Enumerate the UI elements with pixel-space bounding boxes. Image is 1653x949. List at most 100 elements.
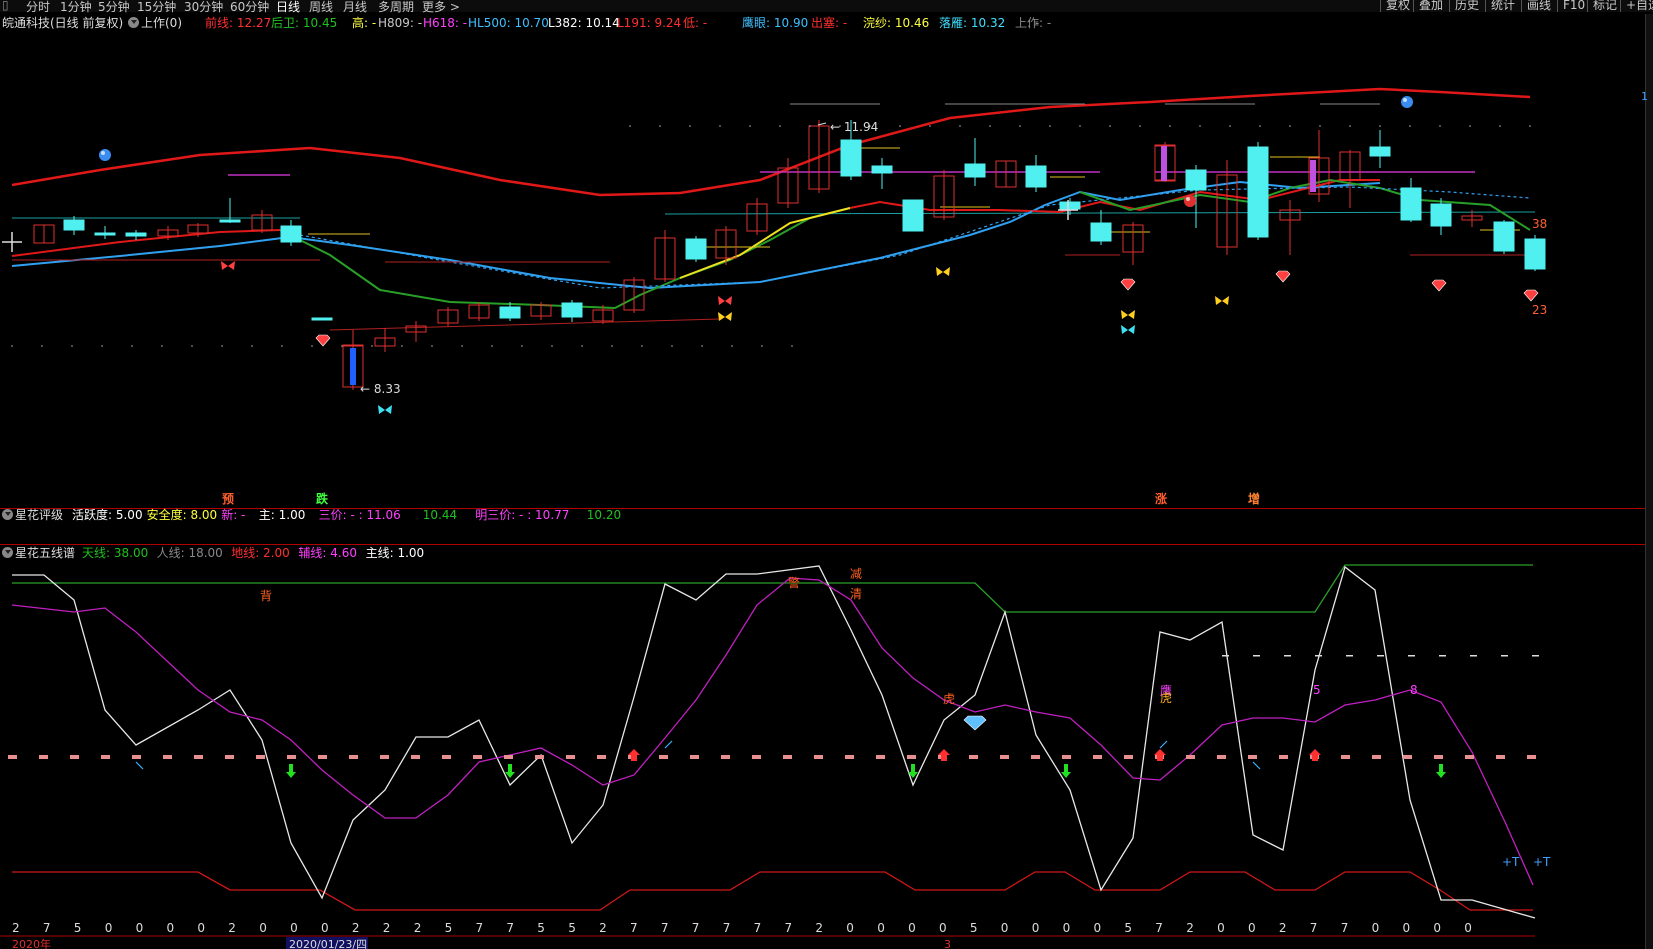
dot-marker — [761, 345, 763, 347]
midline-dash — [1527, 755, 1536, 759]
guide-line — [329, 318, 721, 331]
axis-digit: 7 — [506, 921, 514, 935]
axis-digit: 2 — [228, 921, 236, 935]
dot-marker — [731, 345, 733, 347]
candle-body — [125, 232, 147, 237]
staff-chart[interactable]: 背警减清虎鹰虎5 8+T +T2 7 5 0 0 0 0 2 0 0 0 2 2 2 5 7 7 5 5 2 7 7 7 7 7 7 2… — [0, 545, 1653, 949]
axis-digit: 2 — [12, 921, 20, 935]
axis-digit: 0 — [167, 921, 175, 935]
axis-digit: 7 — [1310, 921, 1318, 935]
dot-marker — [809, 125, 811, 127]
tab-multi-period[interactable]: 多周期 — [378, 0, 414, 15]
menu-icon[interactable]: ▯ — [2, 0, 9, 12]
annotation-label: 5 — [1313, 683, 1321, 697]
date-year-label: 2020年 — [12, 937, 51, 949]
auxiliary-line — [11, 577, 1534, 886]
candle-body — [1430, 203, 1452, 227]
annotation-label: +T — [1502, 855, 1520, 869]
draw-line-button[interactable]: 画线 — [1521, 0, 1556, 12]
tab-15min[interactable]: 15分钟 — [137, 0, 176, 15]
rating-panel-title[interactable]: 星花评级 — [2, 507, 63, 523]
tab-more[interactable]: 更多 > — [422, 0, 460, 15]
high-price-label: ← 11.94 — [830, 120, 878, 134]
vertical-scrollbar[interactable] — [1645, 14, 1653, 949]
dot-marker — [1199, 125, 1201, 127]
main-value-7: L191: 9.24 — [617, 16, 682, 30]
midline-dash — [1279, 755, 1288, 759]
tab-1min[interactable]: 1分钟 — [60, 0, 92, 15]
dot-marker — [671, 345, 673, 347]
midline-dash — [194, 755, 203, 759]
dot-marker — [719, 125, 721, 127]
annotation-label: 清 — [850, 587, 862, 601]
signal-label: 涨 — [1155, 491, 1167, 506]
tab-monthly[interactable]: 月线 — [343, 0, 367, 15]
add-watchlist-button[interactable]: +自选 — [1620, 0, 1653, 12]
midline-dash — [380, 755, 389, 759]
candle-body — [1369, 146, 1391, 157]
f10-button[interactable]: F10 — [1557, 0, 1590, 12]
axis-digit: 0 — [1032, 921, 1040, 935]
midline-dash — [752, 755, 761, 759]
tab-fenshi[interactable]: 分时 — [26, 0, 50, 15]
up-arrow-icon — [628, 749, 640, 761]
small-arrow-icon — [1252, 761, 1261, 770]
dot-marker — [1229, 125, 1231, 127]
indicator-selector[interactable]: 上作(0) — [128, 15, 182, 31]
tab-30min[interactable]: 30分钟 — [184, 0, 223, 15]
dot-marker — [521, 345, 523, 347]
axis-digit: 7 — [785, 921, 793, 935]
dot-marker — [959, 125, 961, 127]
diamond-icon — [1275, 270, 1291, 283]
tab-weekly[interactable]: 周线 — [309, 0, 333, 15]
candle-highlight — [1310, 160, 1316, 192]
axis-digit: 0 — [1217, 921, 1225, 935]
rating-value-4: 三价: - : 11.06 — [318, 508, 401, 522]
overlay-button[interactable]: 叠加 — [1413, 0, 1448, 12]
kline-chart[interactable]: ← 11.94 ← 8.33 38 23 预 跌 涨 增 — [0, 30, 1653, 508]
rating-value-0: 活跃度: 5.00 — [72, 508, 143, 522]
mark-button[interactable]: 标记 — [1587, 0, 1622, 12]
small-arrow-icon — [135, 761, 144, 770]
ball-icon — [101, 151, 105, 155]
dot-marker — [701, 345, 703, 347]
midline-dash — [783, 755, 792, 759]
dot-marker — [221, 345, 223, 347]
axis-digit: 0 — [908, 921, 916, 935]
candle-body — [1247, 146, 1269, 238]
midline-dash — [318, 755, 327, 759]
midline-dash — [1434, 755, 1443, 759]
axis-digit: 7 — [1341, 921, 1349, 935]
midline-dash — [1248, 755, 1257, 759]
dot-marker — [791, 345, 793, 347]
candle-body — [219, 219, 241, 223]
statistics-button[interactable]: 统计 — [1485, 0, 1520, 12]
candle-highlight — [1161, 146, 1167, 181]
midline-dash — [845, 755, 854, 759]
tab-60min[interactable]: 60分钟 — [230, 0, 269, 15]
tab-5min[interactable]: 5分钟 — [98, 0, 130, 15]
candle-body — [1185, 169, 1207, 191]
candle-body — [311, 317, 333, 321]
dot-marker — [11, 345, 13, 347]
dot-marker — [401, 345, 403, 347]
candle-body — [63, 219, 85, 231]
history-button[interactable]: 历史 — [1449, 0, 1484, 12]
down-arrow-icon — [1436, 764, 1446, 778]
dot-marker — [1289, 125, 1291, 127]
dot-marker — [551, 345, 553, 347]
midline-dash — [101, 755, 110, 759]
candle-body — [840, 139, 862, 177]
dash-mark — [1315, 655, 1322, 657]
candle-body — [902, 199, 924, 232]
axis-digit: 5 — [445, 921, 453, 935]
axis-digit: 0 — [105, 921, 113, 935]
fuquan-button[interactable]: 复权 — [1380, 0, 1415, 12]
tab-daily[interactable]: 日线 — [276, 0, 300, 15]
date-cursor-label: 2020/01/23/四 — [289, 938, 367, 949]
rating-value-5: 10.44 — [422, 508, 458, 522]
axis-digit: 0 — [1001, 921, 1009, 935]
axis-digit: 5 — [970, 921, 978, 935]
dot-marker — [779, 125, 781, 127]
small-arrow-icon — [1159, 740, 1168, 749]
